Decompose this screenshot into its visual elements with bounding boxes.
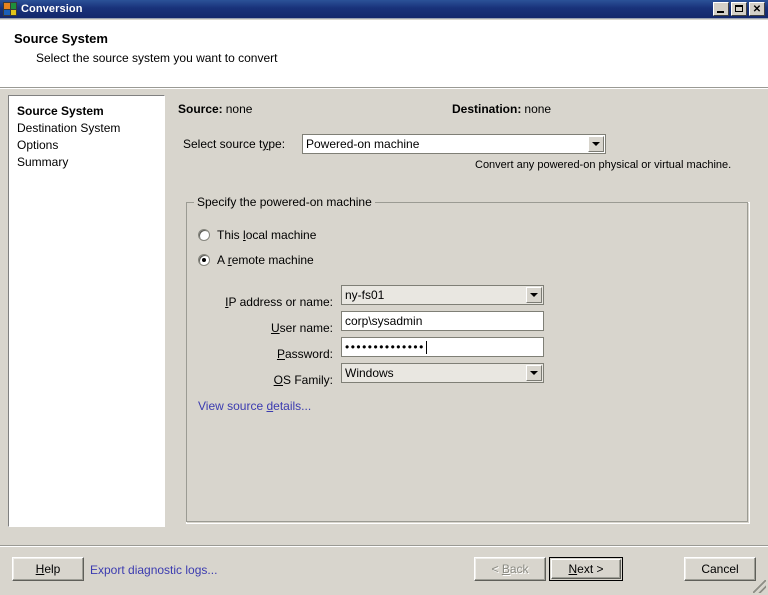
wizard-step-list[interactable]: Source System Destination System Options… <box>7 94 166 528</box>
minimize-icon <box>717 11 724 13</box>
wizard-header: Source System Select the source system y… <box>0 20 768 87</box>
radio-icon-remote-selected <box>198 254 210 266</box>
sidebar-item-destination-system[interactable]: Destination System <box>17 120 164 137</box>
resize-grip[interactable] <box>753 580 766 593</box>
source-status-label: Source: <box>178 102 223 116</box>
wizard-content: Source: none Destination: none Select so… <box>178 89 762 545</box>
radio-label-local: This local machine <box>217 228 317 242</box>
password-value: •••••••••••••• <box>345 340 425 354</box>
source-type-dropdown-button[interactable] <box>588 136 604 152</box>
user-name-row: User name: corp\sysadmin <box>227 311 737 335</box>
os-family-control: Windows <box>341 363 544 383</box>
back-button[interactable]: < Back <box>474 557 546 581</box>
next-button-inner: Next > <box>551 559 621 579</box>
next-button[interactable]: Next > <box>549 557 623 581</box>
os-family-value: Windows <box>345 366 394 380</box>
sidebar-item-summary[interactable]: Summary <box>17 154 164 171</box>
destination-status-value: none <box>524 102 552 116</box>
minimize-button[interactable] <box>713 2 729 16</box>
title-bar: Conversion ✕ <box>0 0 768 19</box>
source-status-value: none <box>225 102 253 116</box>
ip-address-dropdown-button[interactable] <box>526 287 542 303</box>
close-button[interactable]: ✕ <box>749 2 765 16</box>
view-source-details-link[interactable]: View source details... <box>198 399 311 413</box>
ip-address-value: ny-fs01 <box>345 288 385 302</box>
password-row: Password: •••••••••••••• <box>227 337 737 361</box>
destination-status: Destination: none <box>452 102 551 116</box>
source-type-label: Select source type: <box>183 137 286 151</box>
next-button-label: Next > <box>568 562 604 576</box>
user-name-value: corp\sysadmin <box>345 314 423 328</box>
cancel-button-label: Cancel <box>701 562 739 576</box>
password-label: Password: <box>276 347 333 361</box>
radio-icon-local <box>198 229 210 241</box>
group-legend: Specify the powered-on machine <box>194 195 375 209</box>
user-name-control: corp\sysadmin <box>341 311 544 331</box>
maximize-button[interactable] <box>731 2 747 16</box>
group-border <box>186 202 748 522</box>
conversion-window: Conversion ✕ Source System Select the so… <box>0 0 768 595</box>
wizard-body: Source System Destination System Options… <box>0 89 768 545</box>
ip-address-combobox[interactable]: ny-fs01 <box>341 285 544 305</box>
os-family-dropdown-button[interactable] <box>526 365 542 381</box>
password-input[interactable]: •••••••••••••• <box>341 337 544 357</box>
radio-label-remote: A remote machine <box>217 253 314 267</box>
user-name-label: User name: <box>270 321 333 335</box>
source-status: Source: none <box>178 102 252 116</box>
ip-address-control: ny-fs01 <box>341 285 544 305</box>
sidebar-item-options[interactable]: Options <box>17 137 164 154</box>
os-family-combobox[interactable]: Windows <box>341 363 544 383</box>
source-type-row: Select source type: <box>183 134 291 154</box>
password-control: •••••••••••••• <box>341 337 544 357</box>
sidebar-item-source-system[interactable]: Source System <box>17 103 164 120</box>
maximize-icon <box>735 5 743 12</box>
chevron-down-icon <box>530 293 538 297</box>
source-type-hint: Convert any powered-on physical or virtu… <box>475 159 732 171</box>
wizard-footer: Help Export diagnostic logs... < Back Ne… <box>0 547 768 595</box>
powered-on-machine-group: Specify the powered-on machine This loca… <box>186 195 750 524</box>
export-diagnostic-logs-link[interactable]: Export diagnostic logs... <box>90 563 217 577</box>
window-title: Conversion <box>21 3 83 15</box>
text-cursor <box>425 340 427 354</box>
window-controls: ✕ <box>713 2 765 16</box>
help-button-label: Help <box>35 562 61 576</box>
os-family-row: OS Family: Windows <box>227 363 737 387</box>
app-logo-icon <box>3 2 17 16</box>
os-family-label: OS Family: <box>273 373 333 387</box>
cancel-button[interactable]: Cancel <box>684 557 756 581</box>
destination-status-label: Destination: <box>452 102 522 116</box>
source-type-value: Powered-on machine <box>306 137 420 151</box>
ip-address-row: IP address or name: ny-fs01 <box>225 285 737 309</box>
help-button[interactable]: Help <box>12 557 84 581</box>
radio-a-remote-machine[interactable]: A remote machine <box>198 253 314 267</box>
page-title: Source System <box>14 31 108 46</box>
back-button-label: < Back <box>491 562 529 576</box>
source-destination-status: Source: none Destination: none <box>178 102 762 118</box>
ip-address-label: IP address or name: <box>225 295 333 309</box>
close-icon: ✕ <box>752 4 762 15</box>
source-type-combobox[interactable]: Powered-on machine <box>302 134 606 154</box>
radio-this-local-machine[interactable]: This local machine <box>198 228 316 242</box>
chevron-down-icon <box>530 371 538 375</box>
user-name-input[interactable]: corp\sysadmin <box>341 311 544 331</box>
page-subtitle: Select the source system you want to con… <box>36 51 278 65</box>
chevron-down-icon <box>592 142 600 146</box>
